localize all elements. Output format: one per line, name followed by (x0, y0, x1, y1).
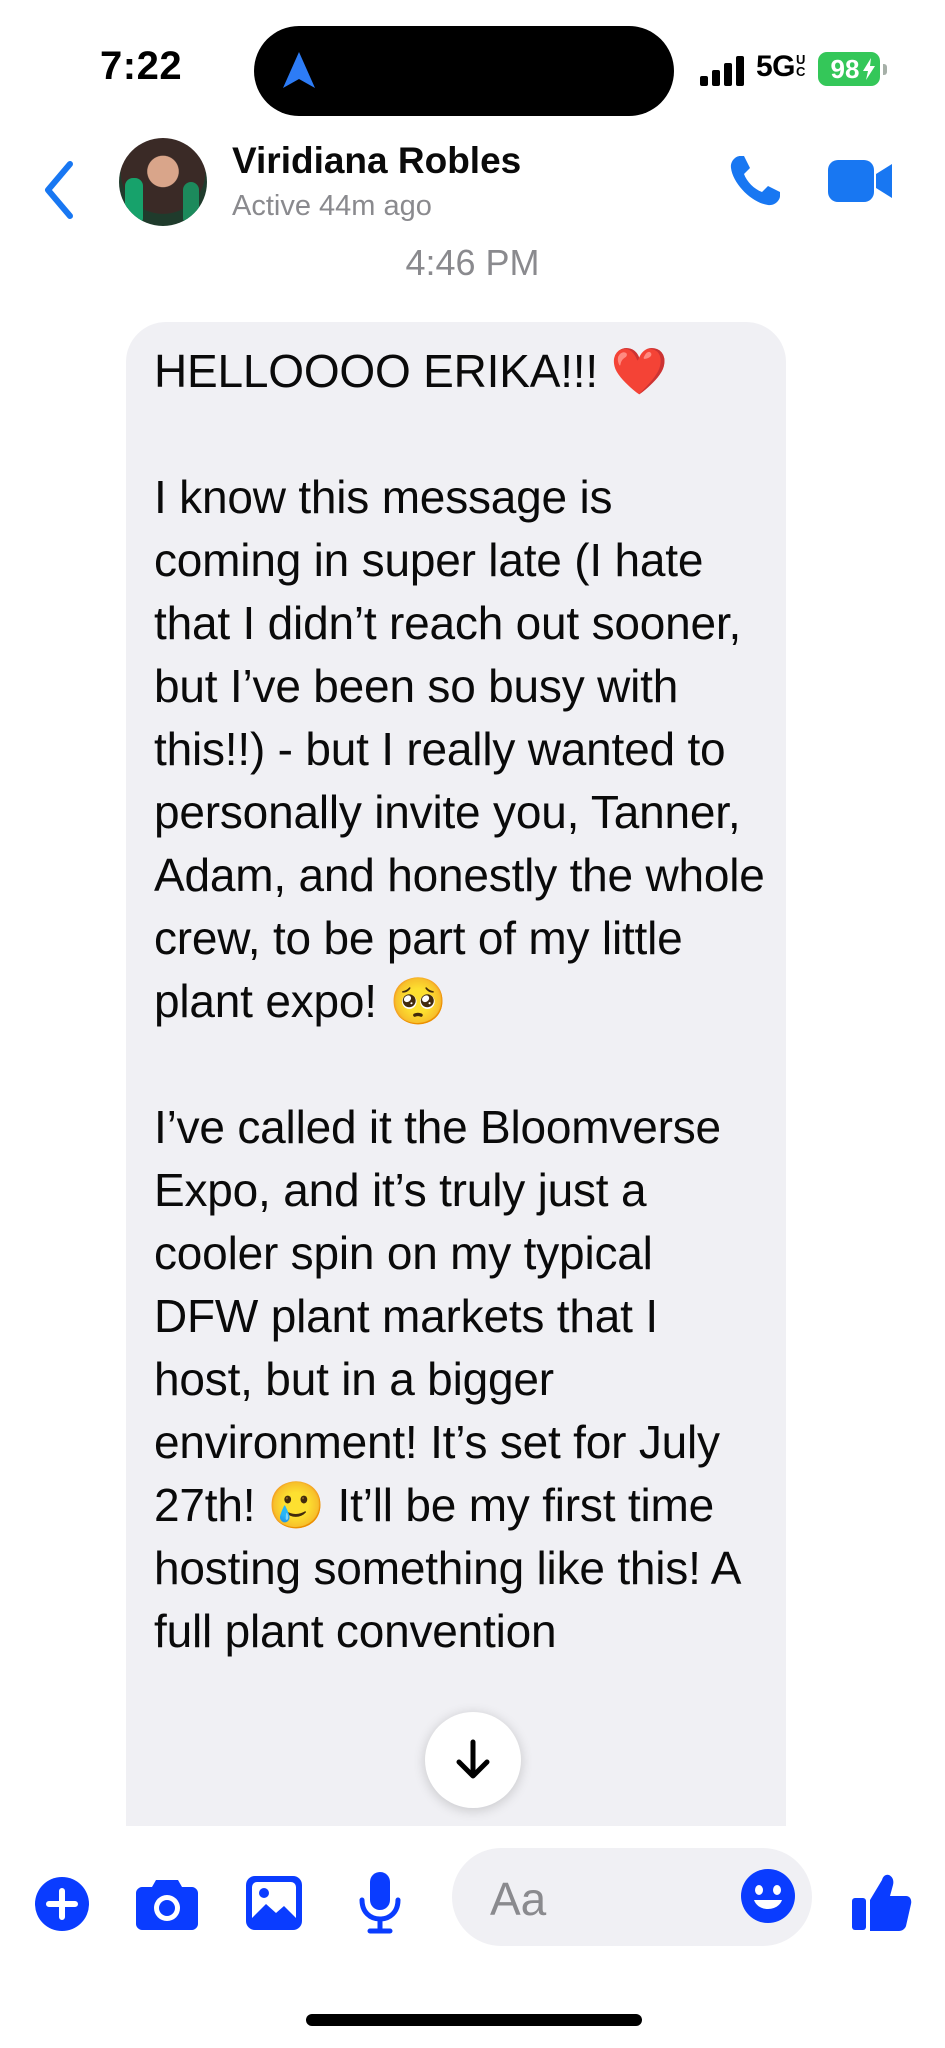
message-timestamp: 4:46 PM (405, 242, 540, 283)
network-type: 5GUC (756, 50, 810, 84)
thumbs-up-icon[interactable] (852, 1872, 912, 1932)
emoji-icon[interactable] (740, 1868, 796, 1924)
photo-icon[interactable] (246, 1876, 302, 1930)
network-badge: UC (796, 52, 805, 79)
video-camera-icon[interactable] (828, 158, 894, 204)
avatar[interactable] (119, 138, 207, 226)
active-status: Active 44m ago (232, 190, 432, 222)
camera-icon[interactable] (136, 1876, 198, 1930)
arrow-down-icon (456, 1739, 490, 1779)
message-text: HELLOOOO ERIKA!!! ❤️ I know this message… (154, 345, 765, 1657)
microphone-icon[interactable] (358, 1872, 402, 1934)
back-button[interactable] (38, 158, 82, 222)
location-arrow-icon (283, 52, 315, 88)
home-indicator (306, 2014, 642, 2026)
status-bar: 7:22 5GUC 98 (0, 0, 945, 140)
status-time: 7:22 (100, 44, 183, 88)
cellular-signal-icon (700, 56, 744, 86)
contact-name[interactable]: Viridiana Robles (232, 140, 521, 182)
phone-icon[interactable] (726, 152, 784, 210)
battery-indicator: 98 (818, 52, 887, 86)
message-bubble[interactable]: HELLOOOO ERIKA!!! ❤️ I know this message… (126, 322, 786, 1828)
charging-bolt-icon (863, 58, 875, 80)
plus-circle-icon[interactable] (34, 1876, 90, 1932)
scroll-to-bottom-button[interactable] (425, 1712, 521, 1808)
battery-level: 98 (830, 53, 860, 84)
